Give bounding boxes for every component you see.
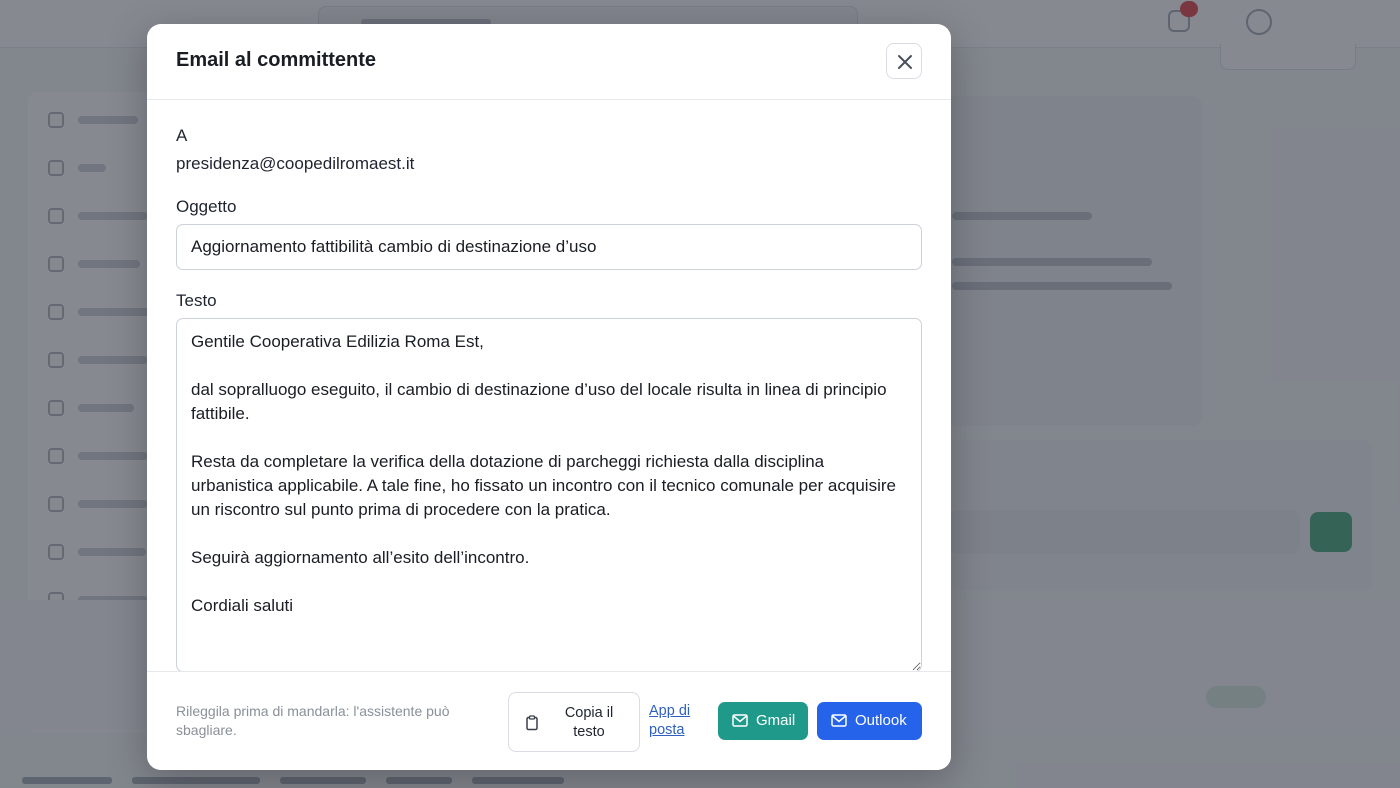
email-modal: Email al committente A presidenza@cooped… [147,24,951,770]
body-label: Testo [176,291,217,310]
outlook-button[interactable]: Outlook [817,702,922,740]
gmail-button[interactable]: Gmail [718,702,808,740]
modal-footer: Rileggila prima di mandarla: l'assistent… [147,671,951,770]
subject-label: Oggetto [176,197,237,216]
outlook-label: Outlook [855,712,907,729]
modal-title: Email al committente [176,49,377,71]
to-value: presidenza@coopedilromaest.it [176,154,415,173]
body-textarea[interactable]: Gentile Cooperativa Edilizia Roma Est, d… [176,318,922,672]
subject-input[interactable] [176,224,922,270]
mail-icon [831,714,847,727]
disclaimer-note: Rileggila prima di mandarla: l'assistent… [176,703,450,738]
copy-text-button[interactable]: Copia il testo [508,692,640,752]
clipboard-icon [526,715,538,731]
close-button[interactable] [886,43,922,79]
mail-icon [732,714,748,727]
mail-app-link[interactable]: App di posta [649,702,699,740]
gmail-label: Gmail [756,712,796,729]
close-icon [898,55,912,69]
modal-header: Email al committente [147,24,951,100]
copy-text-label: Copia il testo [564,705,614,740]
to-label: A [176,126,188,145]
